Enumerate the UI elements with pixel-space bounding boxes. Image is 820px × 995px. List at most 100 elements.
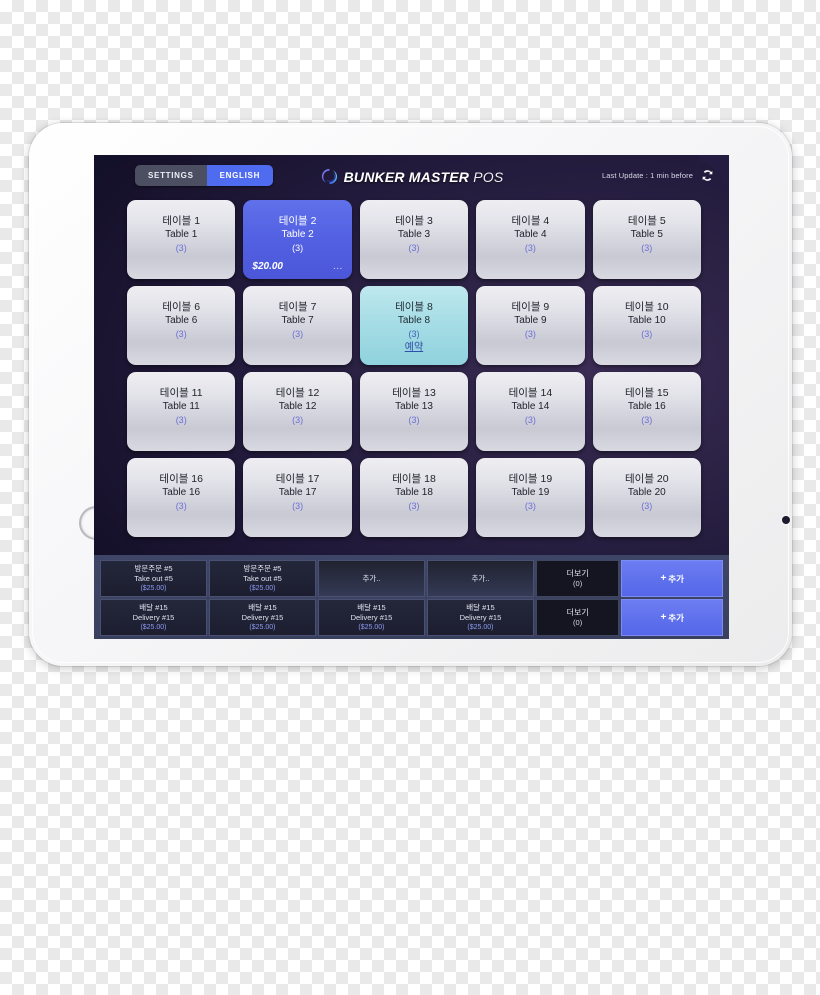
table-label-en: Table 8	[397, 315, 431, 326]
table-cell[interactable]: 테이블 15 Table 16 (3)	[592, 372, 701, 451]
table-cell[interactable]: 테이블 20 Table 20 (3)	[592, 458, 701, 537]
table-cell[interactable]: 테이블 13 Table 13 (3)	[359, 372, 469, 451]
order-more-button[interactable]: 더보기 (0)	[535, 560, 620, 597]
order-add-button[interactable]: + 추가	[621, 599, 723, 636]
table-cell[interactable]: 테이블 17 Table 17 (3)	[243, 458, 352, 537]
table-cell[interactable]: 테이블 3 Table 3 (3)	[359, 200, 469, 279]
brand-name: BUNKER MASTER	[343, 168, 470, 185]
pos-app-screen: SETTINGS ENGLISH BUNKER MASTER POS Last …	[94, 155, 729, 639]
refresh-icon[interactable]	[700, 168, 715, 183]
table-seat-count: (3)	[408, 501, 420, 511]
table-label-en: Table 5	[630, 229, 663, 240]
order-ticket-ko: 배달 #15	[248, 602, 277, 612]
table-seat-count: (3)	[641, 329, 653, 339]
table-seat-count: (3)	[641, 415, 653, 425]
table-seat-count: (3)	[641, 501, 653, 511]
table-label-en: Table 17	[278, 487, 317, 498]
table-label-ko: 테이블 13	[392, 387, 436, 399]
order-more-label: 더보기	[566, 608, 589, 617]
order-ticket-amount: ($25.00)	[467, 623, 494, 631]
table-cell[interactable]: 테이블 8 Table 8 (3) 예약	[359, 286, 469, 365]
table-label-ko: 테이블 15	[625, 387, 669, 399]
table-label-en: Table 13	[395, 401, 433, 412]
order-ticket-ko: 방문주문 #5	[243, 563, 282, 573]
table-label-ko: 테이블 10	[625, 301, 669, 313]
order-add-button[interactable]: + 추가	[621, 560, 723, 597]
table-label-ko: 테이블 2	[278, 215, 317, 227]
table-label-ko: 테이블 14	[508, 387, 553, 399]
order-more-button[interactable]: 더보기 (0)	[535, 599, 620, 636]
table-label-ko: 테이블 1	[162, 215, 201, 227]
table-label-en: Table 4	[514, 229, 547, 240]
table-seat-count: (3)	[175, 243, 187, 253]
table-cell[interactable]: 테이블 10 Table 10 (3)	[592, 286, 701, 365]
order-add-slot[interactable]: 추가..	[426, 560, 534, 597]
last-update-group: Last Update : 1 min before	[602, 168, 715, 183]
table-cell[interactable]: 테이블 14 Table 14 (3)	[476, 372, 585, 451]
table-cell[interactable]: 테이블 2 Table 2 (3) $20.00...	[243, 200, 352, 279]
table-overflow-dots[interactable]: ...	[333, 261, 343, 272]
table-label-en: Table 16	[627, 401, 666, 412]
table-label-en: Table 12	[278, 401, 317, 412]
table-label-en: Table 19	[511, 487, 550, 498]
table-label-ko: 테이블 11	[159, 387, 203, 399]
table-cell[interactable]: 테이블 9 Table 9 (3)	[476, 286, 585, 365]
table-label-en: Table 10	[627, 315, 666, 326]
order-add-slot[interactable]: 추가..	[317, 560, 425, 597]
table-cell[interactable]: 테이블 4 Table 4 (3)	[476, 200, 585, 279]
order-add-slot-label: 추가..	[471, 573, 490, 583]
order-ticket[interactable]: 배달 #15 Delivery #15 ($25.00)	[100, 599, 207, 636]
order-ticket-ko: 배달 #15	[466, 602, 495, 612]
table-seat-count: (3)	[408, 329, 420, 339]
delivery-row: 배달 #15 Delivery #15 ($25.00) 배달 #15 Delivery…	[100, 599, 723, 636]
plus-icon: +	[660, 611, 667, 623]
table-label-en: Table 7	[281, 315, 314, 326]
aperture-swirl-icon	[321, 168, 337, 185]
order-add-button-label: 추가	[668, 612, 684, 623]
table-seat-count: (3)	[641, 243, 653, 253]
order-ticket-amount: ($25.00)	[358, 623, 385, 631]
table-label-ko: 테이블 5	[627, 215, 666, 227]
table-cell[interactable]: 테이블 19 Table 19 (3)	[476, 458, 585, 537]
table-cell[interactable]: 테이블 18 Table 18 (3)	[359, 458, 469, 537]
order-add-slot-label: 추가..	[362, 573, 381, 583]
table-seat-count: (3)	[292, 415, 304, 425]
table-label-en: Table 14	[511, 401, 550, 412]
brand-text: BUNKER MASTER POS	[344, 169, 504, 185]
table-label-en: Table 9	[514, 315, 547, 326]
order-strip: 방문주문 #5 Take out #5 ($25.00) 방문주문 #5 Take ou…	[94, 555, 729, 639]
table-seat-count: (3)	[524, 243, 536, 253]
order-ticket-en: Delivery #15	[459, 612, 502, 622]
last-update-text: Last Update : 1 min before	[602, 171, 693, 180]
order-more-count: (0)	[573, 618, 583, 627]
order-ticket[interactable]: 배달 #15 Delivery #15 ($25.00)	[208, 599, 316, 636]
table-cell[interactable]: 테이블 5 Table 5 (3)	[592, 200, 701, 279]
table-cell[interactable]: 테이블 11 Table 11 (3)	[127, 372, 236, 451]
table-label-ko: 테이블 17	[275, 473, 320, 485]
order-ticket[interactable]: 방문주문 #5 Take out #5 ($25.00)	[100, 560, 207, 597]
order-ticket[interactable]: 배달 #15 Delivery #15 ($25.00)	[317, 599, 425, 636]
table-seat-count: (3)	[175, 415, 187, 425]
table-cell[interactable]: 테이블 12 Table 12 (3)	[243, 372, 352, 451]
order-ticket-en: Delivery #15	[350, 612, 393, 622]
table-seat-count: (3)	[524, 415, 536, 425]
table-cell[interactable]: 테이블 16 Table 16 (3)	[127, 458, 236, 537]
order-ticket[interactable]: 배달 #15 Delivery #15 ($25.00)	[426, 599, 534, 636]
table-reserved-label[interactable]: 예약	[405, 341, 423, 354]
table-cell[interactable]: 테이블 1 Table 1 (3)	[127, 200, 236, 279]
table-seat-count: (3)	[292, 329, 304, 339]
table-label-en: Table 11	[162, 401, 200, 412]
table-label-ko: 테이블 7	[278, 301, 317, 313]
table-cell[interactable]: 테이블 7 Table 7 (3)	[243, 286, 352, 365]
table-label-ko: 테이블 16	[159, 473, 203, 485]
table-amount: $20.00	[252, 261, 283, 272]
table-cell[interactable]: 테이블 6 Table 6 (3)	[127, 286, 236, 365]
table-label-en: Table 16	[162, 487, 201, 498]
order-ticket-amount: ($25.00)	[249, 584, 276, 592]
order-ticket[interactable]: 방문주문 #5 Take out #5 ($25.00)	[208, 560, 316, 597]
table-seat-count: (3)	[292, 501, 304, 511]
plus-icon: +	[660, 572, 667, 584]
table-label-ko: 테이블 12	[275, 387, 320, 399]
table-label-ko: 테이블 8	[395, 301, 433, 313]
table-seat-count: (3)	[408, 243, 420, 253]
